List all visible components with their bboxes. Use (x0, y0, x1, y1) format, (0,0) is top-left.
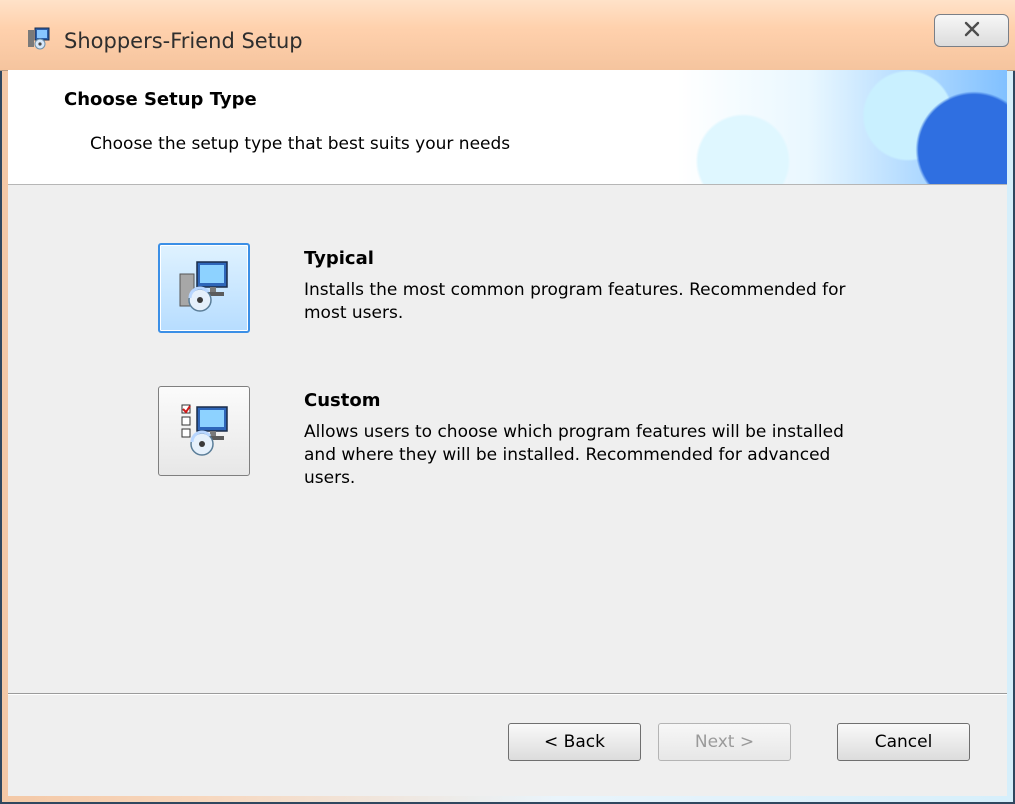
installer-app-icon (26, 25, 52, 51)
custom-heading: Custom (304, 390, 381, 411)
page-subtitle: Choose the setup type that best suits yo… (90, 134, 511, 154)
banner-graphic (677, 70, 1007, 184)
title-bar: Shoppers-Friend Setup (0, 0, 1015, 71)
typical-description-line-2: most users. (304, 303, 404, 323)
close-icon (963, 20, 981, 42)
setup-type-panel: Typical Installs the most common program… (8, 185, 1007, 693)
typical-heading: Typical (304, 248, 374, 269)
cancel-button[interactable]: Cancel (837, 723, 970, 761)
typical-description-line-1: Installs the most common program feature… (304, 280, 846, 300)
custom-description-line-1: Allows users to choose which program fea… (304, 422, 844, 442)
custom-description-line-3: users. (304, 468, 356, 488)
footer-bar: < Back Next > Cancel (8, 695, 1007, 796)
typical-install-icon (172, 254, 236, 322)
header-banner: Choose Setup Type Choose the setup type … (8, 70, 1007, 185)
custom-install-icon (172, 397, 236, 465)
back-button[interactable]: < Back (508, 723, 641, 761)
custom-button[interactable] (158, 386, 250, 476)
page-title: Choose Setup Type (64, 89, 257, 110)
close-button[interactable] (934, 14, 1009, 47)
typical-button[interactable] (158, 243, 250, 333)
setup-window: Shoppers-Friend Setup Choose Setup Type … (0, 0, 1015, 804)
window-title: Shoppers-Friend Setup (64, 29, 303, 53)
custom-description-line-2: and where they will be installed. Recomm… (304, 445, 831, 465)
next-button[interactable]: Next > (658, 723, 791, 761)
